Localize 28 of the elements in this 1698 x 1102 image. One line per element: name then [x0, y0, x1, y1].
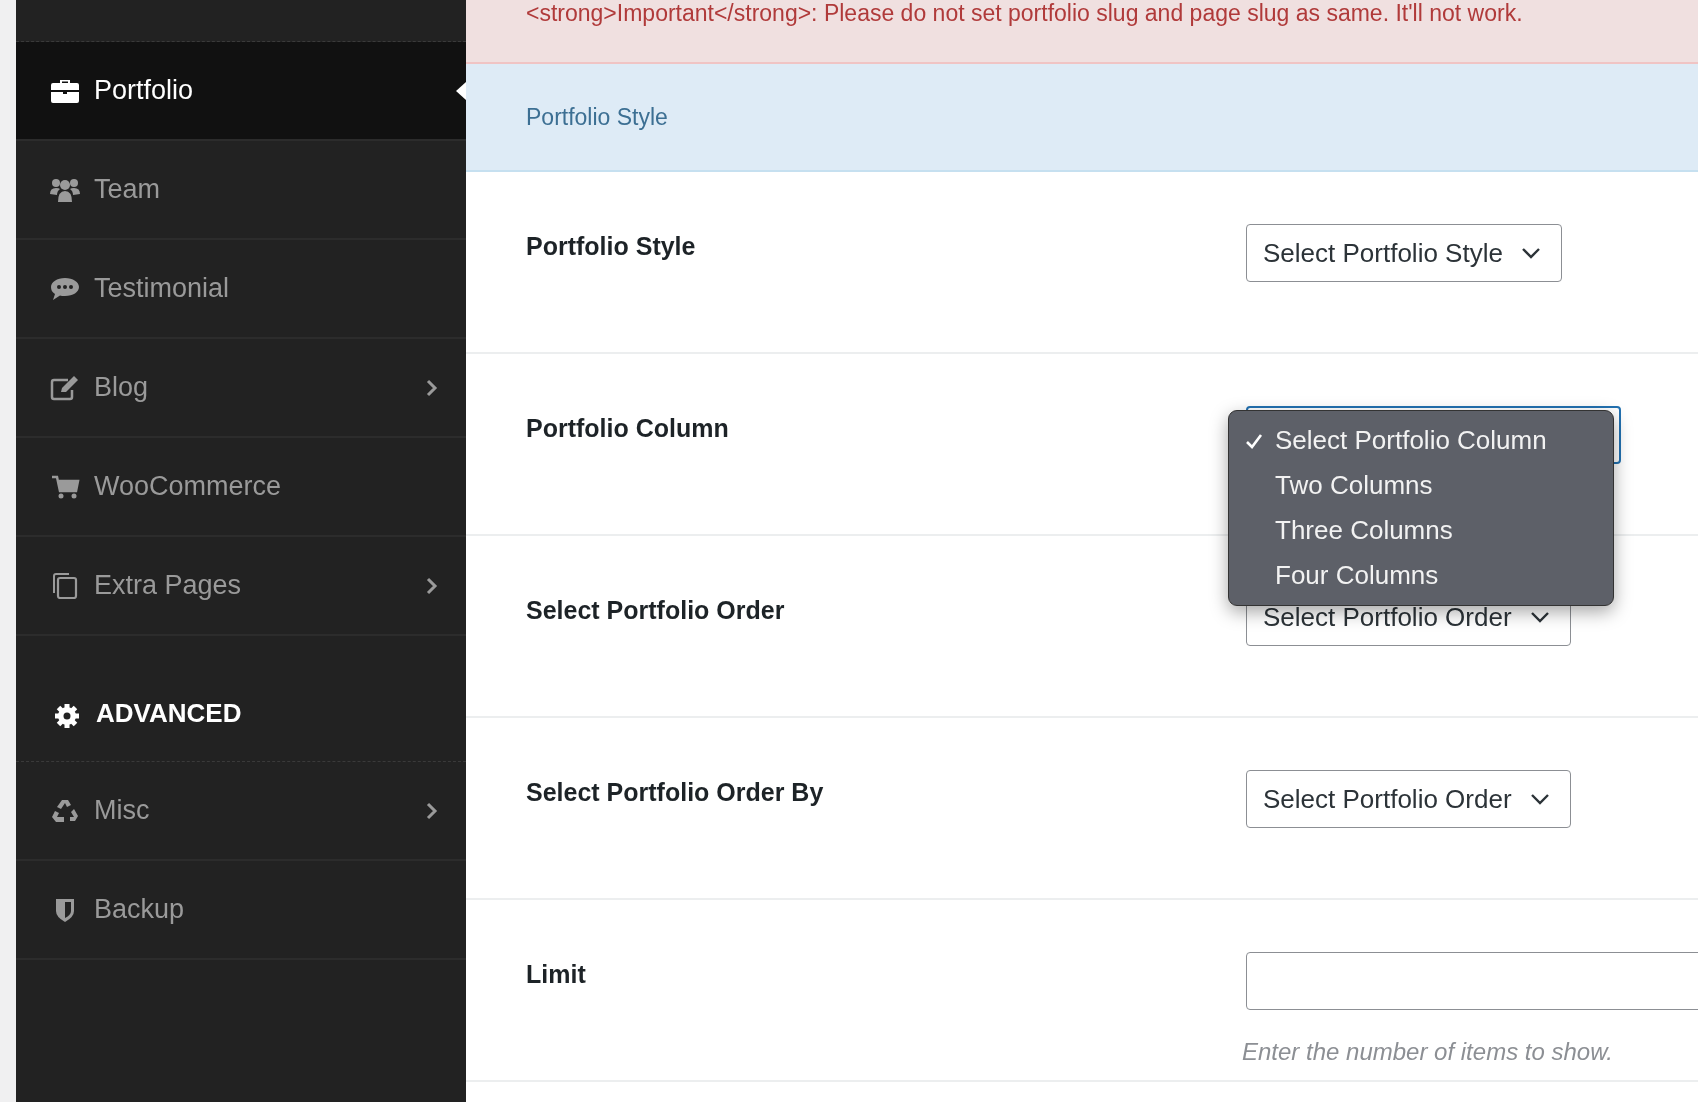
field-hint: Enter the number of items to show.	[1242, 1038, 1614, 1066]
input-field[interactable]	[1246, 952, 1698, 1010]
dropdown-option[interactable]: Two Columns	[1229, 463, 1613, 508]
speech-bubble-icon	[50, 275, 80, 302]
sidebar-item[interactable]: Portfolio	[16, 42, 466, 141]
dropdown-option[interactable]: Select Portfolio Column	[1229, 418, 1613, 463]
dropdown-option[interactable]: Three Columns	[1229, 508, 1613, 553]
section-heading: ADVANCED	[96, 698, 242, 729]
section-title: Portfolio Style	[526, 103, 668, 131]
chevron-down-icon	[1529, 611, 1550, 623]
chevron-down-icon	[1529, 793, 1550, 805]
field-label: Limit	[526, 960, 587, 990]
gear-icon	[52, 703, 82, 729]
select-field[interactable]: Select Portfolio Order	[1246, 770, 1571, 828]
cart-icon	[50, 473, 80, 500]
pointer-icon	[456, 82, 466, 100]
chevron-down-icon	[1520, 247, 1541, 259]
briefcase-icon	[50, 77, 80, 104]
select-field[interactable]: Select Portfolio Style	[1246, 224, 1562, 282]
copy-icon	[50, 572, 80, 599]
recycle-icon	[50, 797, 80, 824]
field-label: Select Portfolio Order By	[526, 778, 825, 808]
field-label: Portfolio Style	[526, 232, 697, 262]
warning-notice: <strong>Important</strong>: Please do not set portfolio slug and page slug as same. It'll not work.	[466, 0, 1698, 64]
field-label: Select Portfolio Order	[526, 596, 786, 626]
edit-icon	[50, 374, 80, 401]
people-icon	[50, 176, 80, 203]
field-label: Portfolio Column	[526, 414, 730, 444]
